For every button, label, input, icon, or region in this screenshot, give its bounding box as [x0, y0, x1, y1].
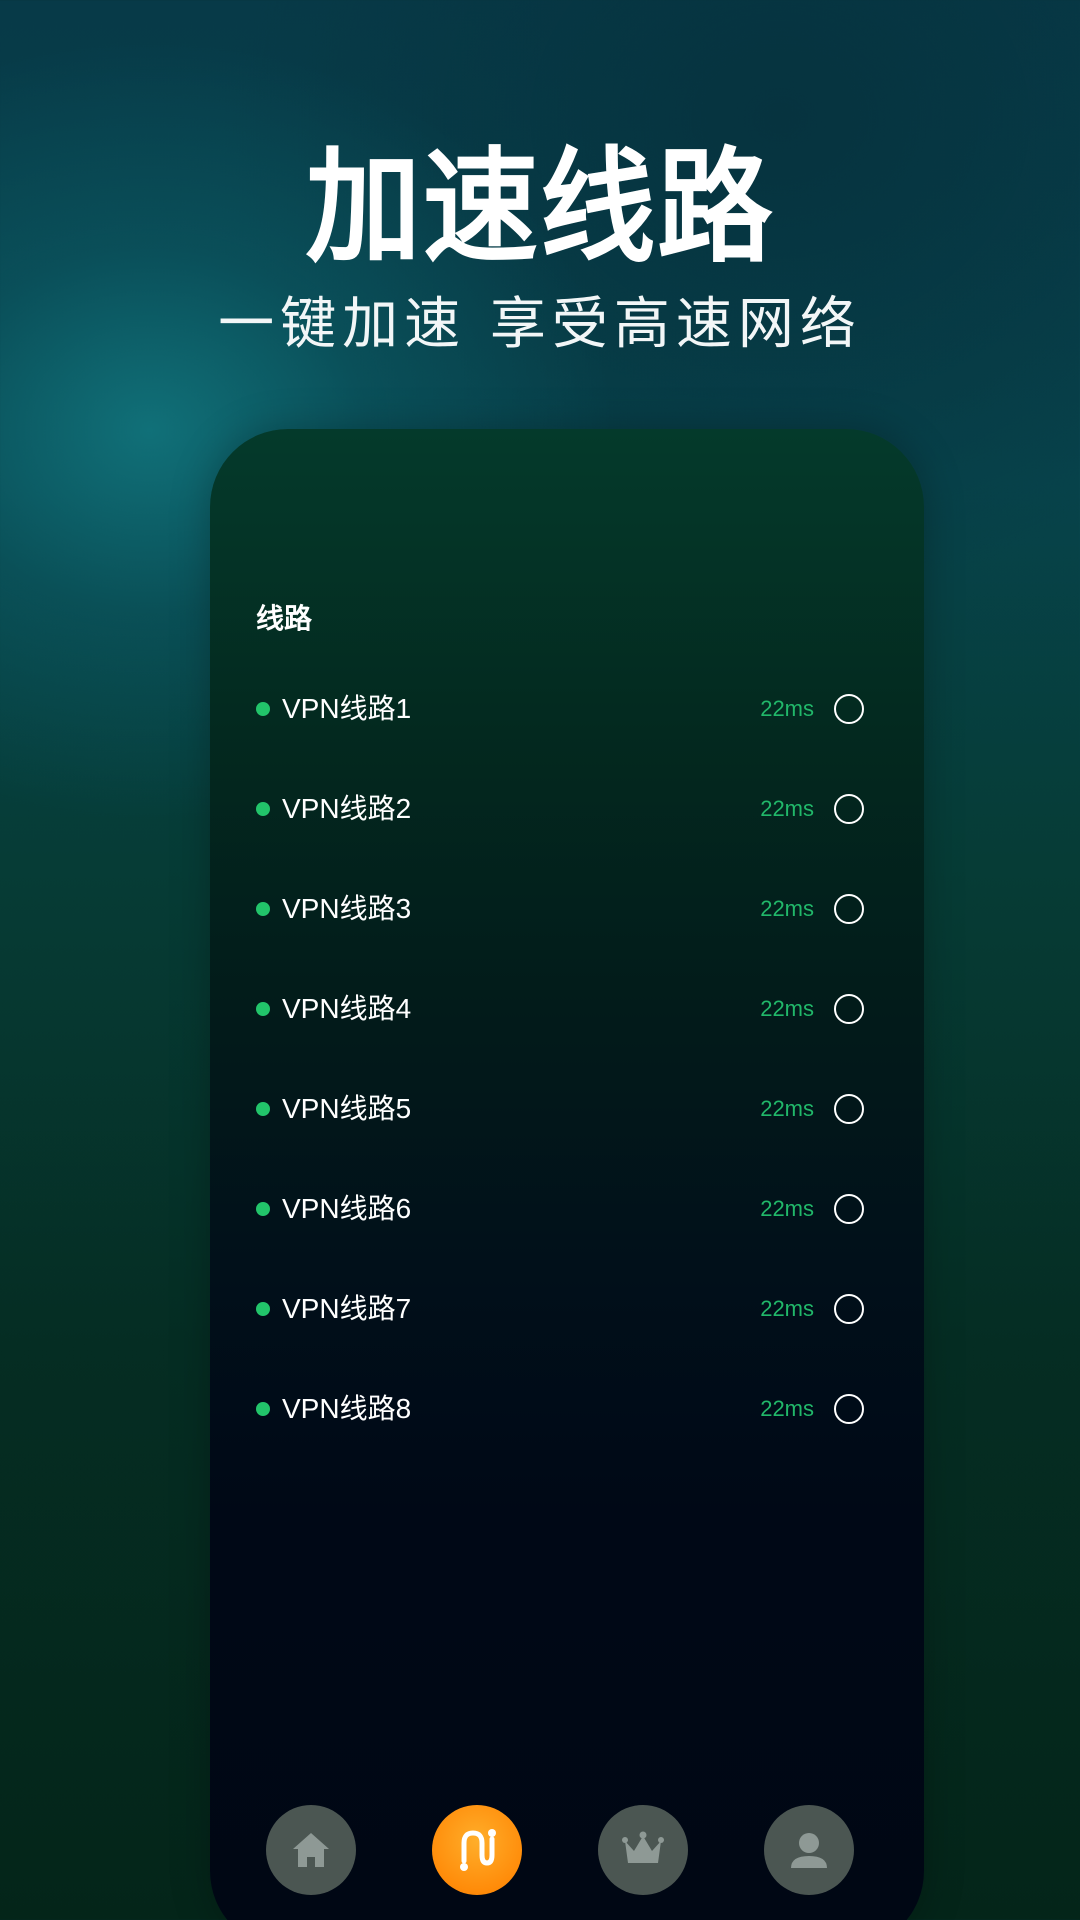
route-item[interactable]: VPN线路8 22ms: [210, 1369, 924, 1449]
status-dot-icon: [256, 702, 270, 716]
route-item[interactable]: VPN线路4 22ms: [210, 969, 924, 1049]
route-name: VPN线路7: [282, 1293, 412, 1324]
status-dot-icon: [256, 902, 270, 916]
status-dot-icon: [256, 1302, 270, 1316]
promo-title: 加速线路: [305, 136, 775, 280]
route-latency: 22ms: [760, 896, 814, 921]
route-latency: 22ms: [760, 1096, 814, 1121]
tab-home[interactable]: [266, 1805, 356, 1895]
route-name: VPN线路5: [282, 1093, 412, 1124]
route-latency: 22ms: [760, 1296, 814, 1321]
route-item[interactable]: VPN线路5 22ms: [210, 1069, 924, 1149]
radio-unselected-icon[interactable]: [834, 994, 864, 1024]
route-name: VPN线路2: [282, 793, 412, 824]
bottom-tab-bar: [210, 1805, 924, 1901]
crown-icon: [622, 1831, 664, 1863]
route-icon: [460, 1829, 496, 1871]
route-name: VPN线路3: [282, 893, 412, 924]
radio-unselected-icon[interactable]: [834, 1194, 864, 1224]
route-item[interactable]: VPN线路1 22ms: [210, 669, 924, 749]
route-item[interactable]: VPN线路6 22ms: [210, 1169, 924, 1249]
profile-icon: [791, 1833, 827, 1868]
status-dot-icon: [256, 1202, 270, 1216]
route-section-label: 线路: [256, 602, 313, 635]
radio-unselected-icon[interactable]: [834, 1094, 864, 1124]
radio-unselected-icon[interactable]: [834, 894, 864, 924]
tab-vip[interactable]: [598, 1805, 688, 1895]
phone-screen-card: 线路 VPN线路1 22ms VPN线路2 22ms VPN线路3 22ms V…: [210, 429, 924, 1920]
radio-unselected-icon[interactable]: [834, 794, 864, 824]
status-dot-icon: [256, 1102, 270, 1116]
radio-unselected-icon[interactable]: [834, 1394, 864, 1424]
route-latency: 22ms: [760, 1396, 814, 1421]
home-icon: [293, 1833, 329, 1867]
radio-unselected-icon[interactable]: [834, 1294, 864, 1324]
route-name: VPN线路6: [282, 1193, 412, 1224]
route-name: VPN线路1: [282, 693, 412, 724]
promo-subtitle: 一键加速 享受高速网络: [218, 292, 862, 357]
route-latency: 22ms: [760, 996, 814, 1021]
route-item[interactable]: VPN线路3 22ms: [210, 869, 924, 949]
tab-routes[interactable]: [432, 1805, 522, 1895]
status-dot-icon: [256, 1002, 270, 1016]
route-latency: 22ms: [760, 696, 814, 721]
status-dot-icon: [256, 1402, 270, 1416]
radio-unselected-icon[interactable]: [834, 694, 864, 724]
route-latency: 22ms: [760, 796, 814, 821]
route-item[interactable]: VPN线路7 22ms: [210, 1269, 924, 1349]
route-item[interactable]: VPN线路2 22ms: [210, 769, 924, 849]
route-name: VPN线路8: [282, 1393, 412, 1424]
status-dot-icon: [256, 802, 270, 816]
route-name: VPN线路4: [282, 993, 412, 1024]
route-latency: 22ms: [760, 1196, 814, 1221]
tab-profile[interactable]: [764, 1805, 854, 1895]
